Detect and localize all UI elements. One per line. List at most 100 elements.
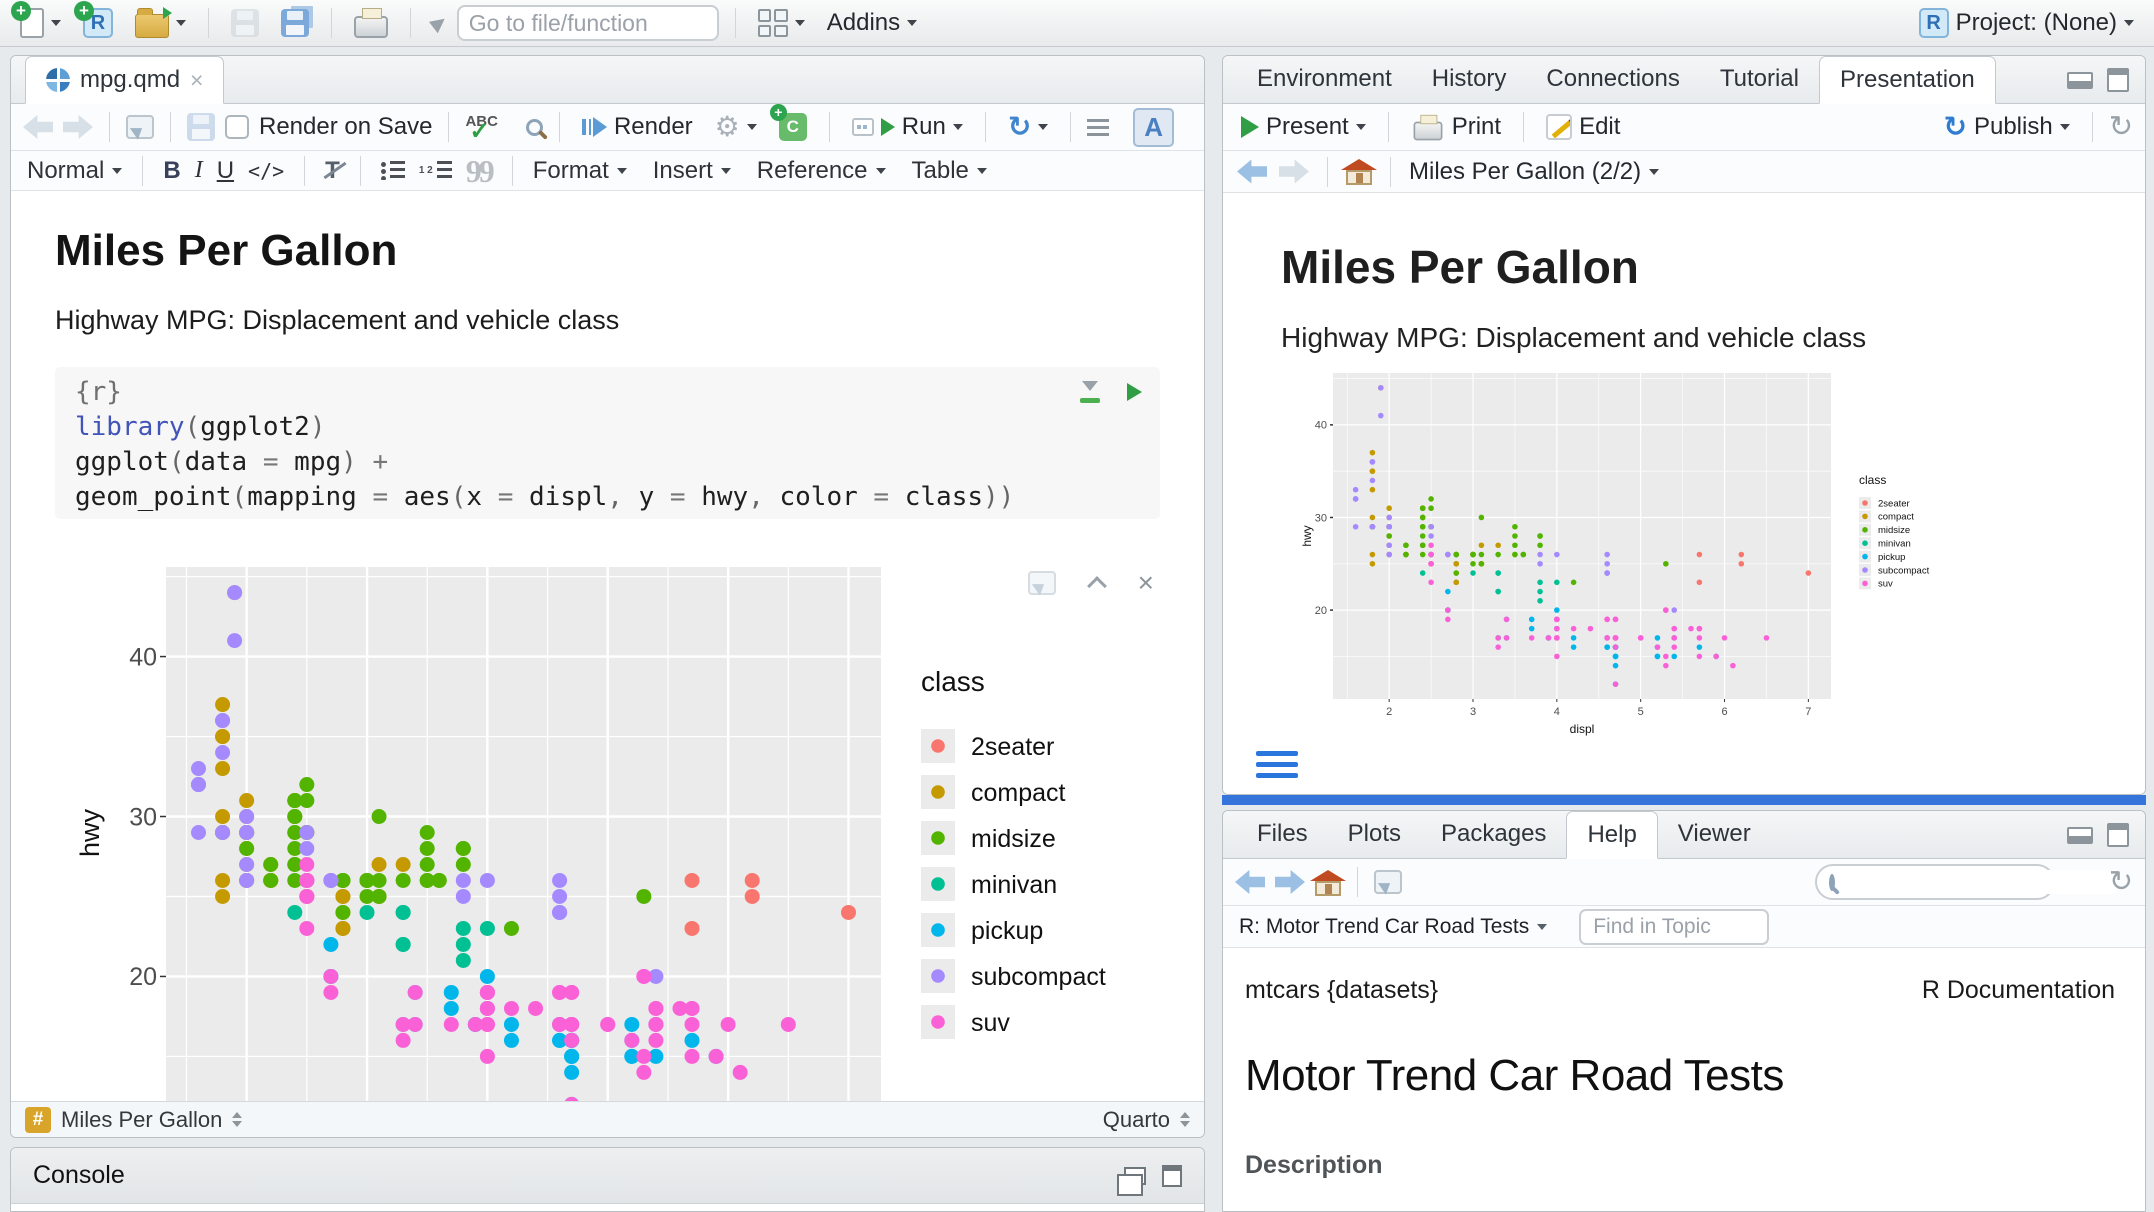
chunk-code: library(ggplot2)ggplot(data = mpg) + geo… [75, 410, 1140, 515]
outline-location[interactable]: Miles Per Gallon [61, 1107, 222, 1133]
minimize-pane-icon[interactable] [2067, 827, 2093, 844]
menu-insert[interactable]: Insert [653, 157, 731, 185]
bold-button[interactable]: B [163, 157, 180, 185]
addins-menu[interactable]: Addins [821, 6, 923, 40]
code-chunk[interactable]: {r} library(ggplot2)ggplot(data = mpg) +… [55, 367, 1160, 519]
addins-label: Addins [827, 9, 900, 37]
bullet-list-button[interactable] [381, 161, 405, 180]
restore-pane-icon[interactable] [1124, 1167, 1146, 1185]
underline-button[interactable]: U [217, 157, 234, 185]
project-icon: R [1919, 8, 1949, 38]
topic-selector[interactable]: R: Motor Trend Car Road Tests [1239, 915, 1547, 939]
menu-reference[interactable]: Reference [757, 157, 886, 185]
svg-text:suv: suv [1878, 579, 1893, 590]
tab-packages[interactable]: Packages [1421, 810, 1566, 858]
print-button[interactable] [348, 5, 394, 41]
goto-file-input[interactable] [457, 5, 719, 41]
slide-menu-icon[interactable] [1256, 751, 1298, 778]
back-icon[interactable] [23, 115, 53, 139]
tab-presentation[interactable]: Presentation [1819, 56, 1996, 104]
svg-text:40: 40 [129, 643, 157, 671]
slide-back-icon[interactable] [1237, 160, 1267, 184]
close-tab-icon[interactable]: × [190, 70, 203, 90]
run-button[interactable]: Run [846, 110, 969, 144]
project-menu[interactable]: R Project: (None) [1913, 5, 2140, 41]
help-home-icon[interactable] [1315, 881, 1341, 896]
outline-toggle-icon[interactable] [1087, 119, 1109, 136]
present-button[interactable]: Present [1235, 110, 1372, 144]
save-icon[interactable] [187, 113, 215, 141]
show-in-window-icon[interactable] [1374, 870, 1402, 894]
tab-plots[interactable]: Plots [1328, 810, 1421, 858]
insert-chunk-button[interactable]: C+ [773, 110, 813, 144]
find-replace-icon[interactable] [526, 119, 543, 136]
render-on-save-checkbox[interactable] [225, 115, 249, 139]
help-forward-icon[interactable] [1275, 870, 1305, 894]
tab-viewer[interactable]: Viewer [1658, 810, 1771, 858]
menu-table[interactable]: Table [912, 157, 987, 185]
find-in-topic-input[interactable] [1579, 909, 1769, 945]
tab-tutorial[interactable]: Tutorial [1700, 55, 1819, 103]
menu-format[interactable]: Format [533, 157, 627, 185]
code-button[interactable]: </> [248, 159, 284, 183]
spellcheck-icon[interactable]: ABC✓ [465, 114, 498, 129]
maximize-pane-icon[interactable] [1162, 1165, 1182, 1187]
document-editor[interactable]: Miles Per Gallon Highway MPG: Displaceme… [11, 191, 1204, 1101]
save-button[interactable] [225, 6, 265, 40]
numbered-list-button[interactable]: 1 2 [419, 161, 452, 180]
tab-connections[interactable]: Connections [1526, 55, 1699, 103]
render-settings-button[interactable]: ⚙ [709, 110, 763, 144]
print-presentation-button[interactable]: Print [1405, 109, 1507, 145]
clear-output-icon[interactable]: × [1138, 573, 1154, 593]
home-slide-icon[interactable] [1346, 170, 1372, 185]
new-project-button[interactable]: R+ [77, 5, 119, 41]
publish-button[interactable]: ↻ Publish [1938, 110, 2076, 144]
forward-icon[interactable] [63, 115, 93, 139]
tab-help[interactable]: Help [1566, 811, 1657, 859]
maximize-pane-icon[interactable] [2107, 823, 2129, 847]
open-in-window-icon[interactable] [126, 115, 154, 139]
run-chunks-above-icon[interactable] [1079, 381, 1101, 403]
svg-text:compact: compact [971, 779, 1066, 807]
divider [360, 156, 361, 186]
blockquote-button[interactable]: 99 [466, 161, 492, 181]
maximize-pane-icon[interactable] [2107, 68, 2129, 92]
tab-environment[interactable]: Environment [1237, 55, 1412, 103]
rerun-button[interactable]: ↻ [1002, 110, 1054, 144]
slide-selector[interactable]: Miles Per Gallon (2/2) [1409, 158, 1659, 186]
edit-presentation-button[interactable]: Edit [1540, 110, 1626, 144]
tab-files[interactable]: Files [1237, 810, 1328, 858]
help-back-icon[interactable] [1235, 870, 1265, 894]
italic-button[interactable]: I [195, 157, 203, 184]
paragraph-style-menu[interactable]: Normal [27, 157, 122, 185]
open-file-button[interactable] [129, 5, 192, 41]
refresh-icon[interactable]: ↻ [2109, 113, 2133, 141]
show-in-window-icon[interactable] [1028, 571, 1056, 595]
refresh-icon[interactable]: ↻ [2109, 868, 2133, 896]
clear-formatting-button[interactable]: T [325, 157, 340, 185]
svg-text:minivan: minivan [971, 871, 1057, 899]
help-search-box[interactable] [1815, 864, 2055, 900]
visual-editor-toggle[interactable]: A [1133, 108, 1174, 147]
minimize-pane-icon[interactable] [2067, 72, 2093, 89]
pane-layout-button[interactable] [752, 6, 811, 40]
tab-mpg-qmd[interactable]: mpg.qmd × [25, 56, 224, 104]
section-selector-icon[interactable] [232, 1112, 242, 1127]
chunk-output: × 203040hwyclass2seatercompactmidsizemin… [55, 563, 1160, 1101]
help-search-input[interactable] [1845, 870, 2116, 894]
menu-label: Table [912, 157, 969, 185]
new-file-button[interactable]: + [14, 5, 67, 41]
mode-selector-icon[interactable] [1180, 1112, 1190, 1127]
svg-text:subcompact: subcompact [971, 963, 1106, 991]
collapse-output-icon[interactable] [1087, 576, 1107, 596]
tab-history[interactable]: History [1412, 55, 1527, 103]
presentation-navbar: Miles Per Gallon (2/2) [1223, 151, 2145, 193]
save-all-button[interactable] [275, 6, 315, 40]
pane-focus-divider[interactable] [1222, 795, 2146, 805]
doc-mode-label[interactable]: Quarto [1103, 1107, 1170, 1133]
chevron-down-icon [721, 168, 731, 174]
render-button[interactable]: Render [576, 110, 699, 144]
slide-forward-icon[interactable] [1279, 160, 1309, 184]
run-chunk-icon[interactable] [1127, 383, 1142, 401]
visual-mode-icon: A [1144, 112, 1163, 142]
